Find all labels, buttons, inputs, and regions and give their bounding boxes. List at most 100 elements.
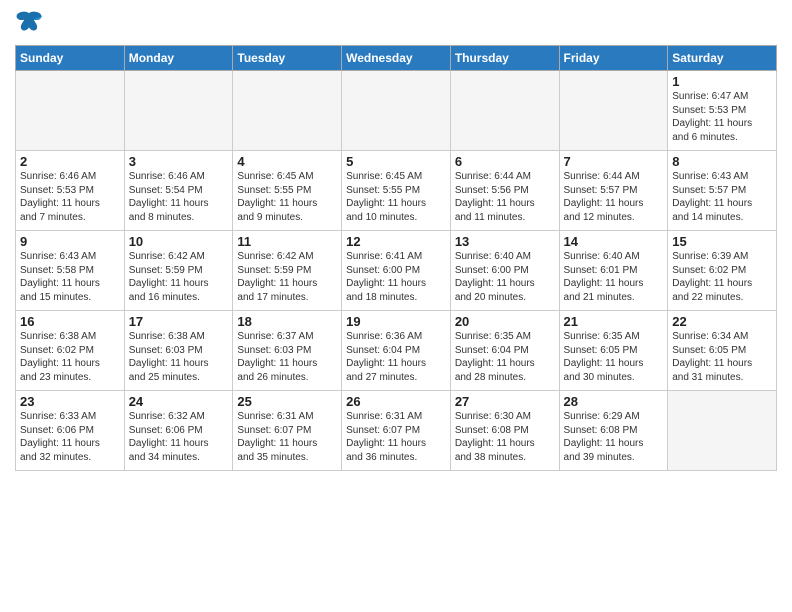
calendar-table: SundayMondayTuesdayWednesdayThursdayFrid… xyxy=(15,45,777,471)
day-info: Sunrise: 6:38 AM Sunset: 6:03 PM Dayligh… xyxy=(129,330,229,384)
calendar-cell: 7Sunrise: 6:44 AM Sunset: 5:57 PM Daylig… xyxy=(559,151,668,231)
weekday-header-monday: Monday xyxy=(124,46,233,71)
day-info: Sunrise: 6:40 AM Sunset: 6:00 PM Dayligh… xyxy=(455,250,555,304)
calendar-cell xyxy=(450,71,559,151)
day-info: Sunrise: 6:45 AM Sunset: 5:55 PM Dayligh… xyxy=(346,170,446,224)
calendar-cell: 3Sunrise: 6:46 AM Sunset: 5:54 PM Daylig… xyxy=(124,151,233,231)
calendar-cell: 18Sunrise: 6:37 AM Sunset: 6:03 PM Dayli… xyxy=(233,311,342,391)
calendar-cell: 8Sunrise: 6:43 AM Sunset: 5:57 PM Daylig… xyxy=(668,151,777,231)
day-number: 5 xyxy=(346,154,446,169)
day-number: 12 xyxy=(346,234,446,249)
week-row-5: 23Sunrise: 6:33 AM Sunset: 6:06 PM Dayli… xyxy=(16,391,777,471)
calendar-cell: 22Sunrise: 6:34 AM Sunset: 6:05 PM Dayli… xyxy=(668,311,777,391)
day-number: 19 xyxy=(346,314,446,329)
day-info: Sunrise: 6:46 AM Sunset: 5:53 PM Dayligh… xyxy=(20,170,120,224)
week-row-4: 16Sunrise: 6:38 AM Sunset: 6:02 PM Dayli… xyxy=(16,311,777,391)
calendar-cell: 28Sunrise: 6:29 AM Sunset: 6:08 PM Dayli… xyxy=(559,391,668,471)
day-number: 16 xyxy=(20,314,120,329)
calendar-cell xyxy=(559,71,668,151)
day-number: 1 xyxy=(672,74,772,89)
calendar-cell: 21Sunrise: 6:35 AM Sunset: 6:05 PM Dayli… xyxy=(559,311,668,391)
day-number: 8 xyxy=(672,154,772,169)
weekday-header-tuesday: Tuesday xyxy=(233,46,342,71)
day-info: Sunrise: 6:31 AM Sunset: 6:07 PM Dayligh… xyxy=(237,410,337,464)
weekday-header-row: SundayMondayTuesdayWednesdayThursdayFrid… xyxy=(16,46,777,71)
day-number: 22 xyxy=(672,314,772,329)
day-number: 9 xyxy=(20,234,120,249)
day-number: 26 xyxy=(346,394,446,409)
week-row-2: 2Sunrise: 6:46 AM Sunset: 5:53 PM Daylig… xyxy=(16,151,777,231)
day-info: Sunrise: 6:38 AM Sunset: 6:02 PM Dayligh… xyxy=(20,330,120,384)
day-number: 28 xyxy=(564,394,664,409)
day-info: Sunrise: 6:32 AM Sunset: 6:06 PM Dayligh… xyxy=(129,410,229,464)
day-info: Sunrise: 6:44 AM Sunset: 5:56 PM Dayligh… xyxy=(455,170,555,224)
day-info: Sunrise: 6:44 AM Sunset: 5:57 PM Dayligh… xyxy=(564,170,664,224)
calendar-cell: 15Sunrise: 6:39 AM Sunset: 6:02 PM Dayli… xyxy=(668,231,777,311)
day-number: 23 xyxy=(20,394,120,409)
page: SundayMondayTuesdayWednesdayThursdayFrid… xyxy=(0,0,792,481)
day-number: 13 xyxy=(455,234,555,249)
day-number: 21 xyxy=(564,314,664,329)
day-info: Sunrise: 6:46 AM Sunset: 5:54 PM Dayligh… xyxy=(129,170,229,224)
calendar-cell: 14Sunrise: 6:40 AM Sunset: 6:01 PM Dayli… xyxy=(559,231,668,311)
day-info: Sunrise: 6:45 AM Sunset: 5:55 PM Dayligh… xyxy=(237,170,337,224)
logo-bird-icon xyxy=(15,10,43,32)
day-number: 11 xyxy=(237,234,337,249)
day-number: 24 xyxy=(129,394,229,409)
weekday-header-friday: Friday xyxy=(559,46,668,71)
day-number: 2 xyxy=(20,154,120,169)
day-info: Sunrise: 6:34 AM Sunset: 6:05 PM Dayligh… xyxy=(672,330,772,384)
calendar-cell xyxy=(342,71,451,151)
day-number: 4 xyxy=(237,154,337,169)
weekday-header-thursday: Thursday xyxy=(450,46,559,71)
day-number: 17 xyxy=(129,314,229,329)
calendar-cell: 24Sunrise: 6:32 AM Sunset: 6:06 PM Dayli… xyxy=(124,391,233,471)
calendar-cell: 17Sunrise: 6:38 AM Sunset: 6:03 PM Dayli… xyxy=(124,311,233,391)
day-info: Sunrise: 6:43 AM Sunset: 5:57 PM Dayligh… xyxy=(672,170,772,224)
day-info: Sunrise: 6:40 AM Sunset: 6:01 PM Dayligh… xyxy=(564,250,664,304)
calendar-cell: 23Sunrise: 6:33 AM Sunset: 6:06 PM Dayli… xyxy=(16,391,125,471)
day-number: 15 xyxy=(672,234,772,249)
day-info: Sunrise: 6:43 AM Sunset: 5:58 PM Dayligh… xyxy=(20,250,120,304)
calendar-cell: 9Sunrise: 6:43 AM Sunset: 5:58 PM Daylig… xyxy=(16,231,125,311)
day-number: 7 xyxy=(564,154,664,169)
day-info: Sunrise: 6:41 AM Sunset: 6:00 PM Dayligh… xyxy=(346,250,446,304)
calendar-cell xyxy=(233,71,342,151)
day-info: Sunrise: 6:35 AM Sunset: 6:05 PM Dayligh… xyxy=(564,330,664,384)
day-number: 18 xyxy=(237,314,337,329)
calendar-cell: 16Sunrise: 6:38 AM Sunset: 6:02 PM Dayli… xyxy=(16,311,125,391)
day-number: 3 xyxy=(129,154,229,169)
header xyxy=(15,10,777,37)
calendar-cell: 5Sunrise: 6:45 AM Sunset: 5:55 PM Daylig… xyxy=(342,151,451,231)
calendar-cell: 4Sunrise: 6:45 AM Sunset: 5:55 PM Daylig… xyxy=(233,151,342,231)
calendar-cell: 11Sunrise: 6:42 AM Sunset: 5:59 PM Dayli… xyxy=(233,231,342,311)
calendar-cell xyxy=(124,71,233,151)
day-info: Sunrise: 6:37 AM Sunset: 6:03 PM Dayligh… xyxy=(237,330,337,384)
day-info: Sunrise: 6:39 AM Sunset: 6:02 PM Dayligh… xyxy=(672,250,772,304)
day-number: 10 xyxy=(129,234,229,249)
calendar-cell: 19Sunrise: 6:36 AM Sunset: 6:04 PM Dayli… xyxy=(342,311,451,391)
week-row-3: 9Sunrise: 6:43 AM Sunset: 5:58 PM Daylig… xyxy=(16,231,777,311)
day-info: Sunrise: 6:42 AM Sunset: 5:59 PM Dayligh… xyxy=(237,250,337,304)
calendar-cell: 10Sunrise: 6:42 AM Sunset: 5:59 PM Dayli… xyxy=(124,231,233,311)
weekday-header-sunday: Sunday xyxy=(16,46,125,71)
calendar-cell xyxy=(668,391,777,471)
calendar-cell: 26Sunrise: 6:31 AM Sunset: 6:07 PM Dayli… xyxy=(342,391,451,471)
day-number: 25 xyxy=(237,394,337,409)
day-number: 14 xyxy=(564,234,664,249)
day-info: Sunrise: 6:30 AM Sunset: 6:08 PM Dayligh… xyxy=(455,410,555,464)
weekday-header-saturday: Saturday xyxy=(668,46,777,71)
calendar-cell: 2Sunrise: 6:46 AM Sunset: 5:53 PM Daylig… xyxy=(16,151,125,231)
calendar-cell: 6Sunrise: 6:44 AM Sunset: 5:56 PM Daylig… xyxy=(450,151,559,231)
calendar-cell xyxy=(16,71,125,151)
calendar-cell: 1Sunrise: 6:47 AM Sunset: 5:53 PM Daylig… xyxy=(668,71,777,151)
day-number: 20 xyxy=(455,314,555,329)
day-info: Sunrise: 6:31 AM Sunset: 6:07 PM Dayligh… xyxy=(346,410,446,464)
calendar-cell: 25Sunrise: 6:31 AM Sunset: 6:07 PM Dayli… xyxy=(233,391,342,471)
day-number: 27 xyxy=(455,394,555,409)
day-info: Sunrise: 6:36 AM Sunset: 6:04 PM Dayligh… xyxy=(346,330,446,384)
calendar-cell: 12Sunrise: 6:41 AM Sunset: 6:00 PM Dayli… xyxy=(342,231,451,311)
day-number: 6 xyxy=(455,154,555,169)
calendar-cell: 20Sunrise: 6:35 AM Sunset: 6:04 PM Dayli… xyxy=(450,311,559,391)
day-info: Sunrise: 6:42 AM Sunset: 5:59 PM Dayligh… xyxy=(129,250,229,304)
